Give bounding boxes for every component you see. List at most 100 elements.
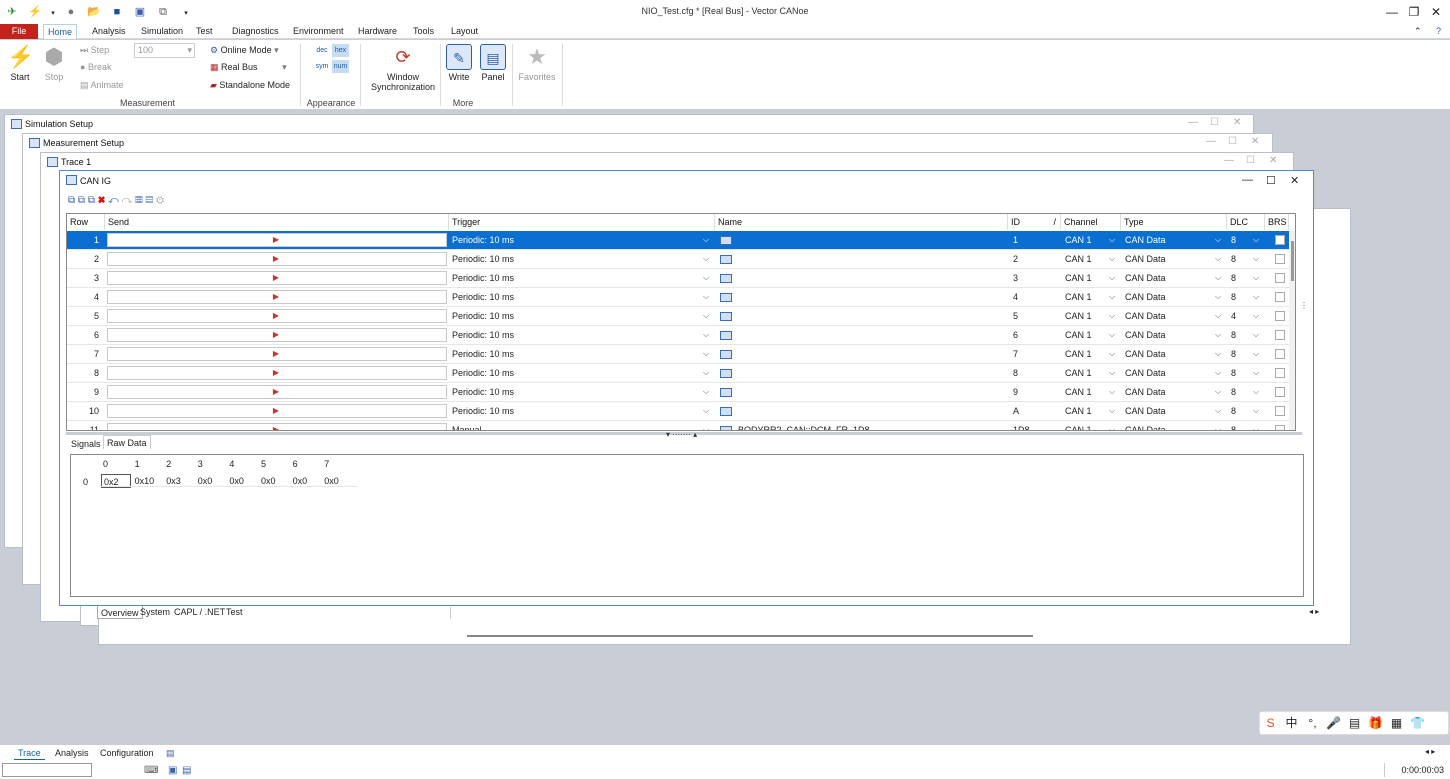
dlc-cell[interactable]: 8 — [1228, 364, 1248, 383]
name-cell[interactable] — [735, 288, 1005, 307]
chevron-down-icon[interactable]: ⌵ — [1253, 349, 1259, 359]
menu-environment[interactable]: Environment — [289, 24, 348, 39]
send-button[interactable]: ▶ — [107, 404, 447, 418]
tab-test[interactable]: Test — [223, 605, 246, 619]
trigger-cell[interactable]: Periodic: 10 ms — [449, 402, 699, 421]
send-button[interactable]: ▶ — [107, 347, 447, 361]
table-row[interactable]: 10 ▶ Periodic: 10 ms ⌵ A CAN 1 ⌵ CAN Data ⌵ 8 ⌵ — [67, 402, 1295, 421]
settings-icon[interactable]: ⚙ — [156, 195, 164, 206]
chevron-down-icon[interactable]: ⌵ — [1215, 330, 1221, 340]
horizontal-scrollbar[interactable] — [467, 635, 1033, 637]
sym-toggle[interactable]: sym — [314, 60, 330, 73]
menu-diagnostics[interactable]: Diagnostics — [228, 24, 283, 39]
splitter[interactable]: ▾ ······· ▴ — [66, 430, 1302, 439]
undo-icon[interactable]: ↶ — [108, 195, 119, 206]
id-cell[interactable]: 2 — [1010, 250, 1060, 269]
type-cell[interactable]: CAN Data — [1122, 383, 1212, 402]
menu-home[interactable]: Home — [43, 24, 78, 39]
trigger-cell[interactable]: Periodic: 10 ms — [449, 326, 699, 345]
chevron-down-icon[interactable]: ⌵ — [1109, 273, 1115, 283]
skin-icon[interactable]: 👕 — [1407, 712, 1428, 734]
send-button[interactable]: ▶ — [107, 328, 447, 342]
send-button[interactable]: ▶ — [107, 290, 447, 304]
chevron-down-icon[interactable]: ⌵ — [703, 425, 709, 430]
chevron-down-icon[interactable]: ⌵ — [703, 292, 709, 302]
table-row[interactable]: 5 ▶ Periodic: 10 ms ⌵ 5 CAN 1 ⌵ CAN Data ⌵ 4 ⌵ — [67, 307, 1295, 326]
close-icon[interactable]: ✕ — [1233, 117, 1241, 128]
chevron-down-icon[interactable]: ⌵ — [1253, 368, 1259, 378]
chinese-mode-icon[interactable]: 中 — [1281, 712, 1302, 734]
chevron-down-icon[interactable]: ⌵ — [1215, 406, 1221, 416]
chevron-down-icon[interactable]: ⌵ — [1215, 349, 1221, 359]
close-icon[interactable]: ✕ — [1426, 4, 1446, 20]
menu-simulation[interactable]: Simulation — [137, 24, 187, 39]
id-cell[interactable]: 7 — [1010, 345, 1060, 364]
tab-system[interactable]: System — [137, 605, 173, 619]
send-button[interactable]: ▶ — [107, 233, 447, 247]
channel-cell[interactable]: CAN 1 — [1062, 383, 1107, 402]
brs-checkbox[interactable] — [1275, 349, 1285, 359]
header-dlc[interactable]: DLC — [1227, 214, 1265, 230]
brs-checkbox[interactable] — [1275, 387, 1285, 397]
chevron-down-icon[interactable]: ⌵ — [1253, 406, 1259, 416]
brs-checkbox[interactable] — [1275, 330, 1285, 340]
trigger-cell[interactable]: Periodic: 10 ms — [449, 288, 699, 307]
standalone-mode-button[interactable]: ▰ Standalone Mode — [210, 80, 290, 91]
step-count-select[interactable]: 100 ▾ — [134, 43, 195, 58]
online-mode-button[interactable]: ⚙ Online Mode ▾ — [210, 45, 279, 56]
brs-checkbox[interactable] — [1275, 273, 1285, 283]
name-cell[interactable] — [735, 383, 1005, 402]
status-panel-icon[interactable]: ▤ — [162, 747, 179, 760]
animate-button[interactable]: ▤ Animate — [80, 80, 124, 91]
maximize-icon[interactable]: ☐ — [1228, 136, 1237, 147]
sogou-logo-icon[interactable]: S — [1260, 712, 1281, 734]
type-cell[interactable]: CAN Data — [1122, 345, 1212, 364]
break-button[interactable]: ● Break — [80, 62, 111, 72]
channel-cell[interactable]: CAN 1 — [1062, 288, 1107, 307]
type-cell[interactable]: CAN Data — [1122, 326, 1212, 345]
close-icon[interactable]: ✕ — [1290, 174, 1299, 187]
name-cell[interactable]: BODYRR2_CAN::DCM_FR_1D8 — [735, 421, 1005, 430]
minimize-icon[interactable]: — — [1224, 155, 1234, 166]
chevron-down-icon[interactable]: ⌵ — [703, 235, 709, 245]
can-ig-window[interactable]: CAN IG — ☐ ✕ ⧉ ⧉ ⧉ ✖ ↶ ↷ ▦ ▤ ⚙ Row Send … — [59, 170, 1314, 606]
maximize-icon[interactable]: ☐ — [1210, 117, 1219, 128]
chevron-down-icon[interactable]: ⌵ — [1109, 368, 1115, 378]
table-row[interactable]: 8 ▶ Periodic: 10 ms ⌵ 8 CAN 1 ⌵ CAN Data ⌵ 8 ⌵ — [67, 364, 1295, 383]
brs-checkbox[interactable] — [1275, 235, 1285, 245]
chevron-down-icon[interactable]: ⌵ — [703, 406, 709, 416]
table-row[interactable]: 1 ▶ Periodic: 10 ms ⌵ 1 CAN 1 ⌵ CAN Data ⌵ 8 ⌵ — [67, 231, 1295, 250]
maximize-icon[interactable]: ☐ — [1246, 155, 1255, 166]
send-button[interactable]: ▶ — [107, 271, 447, 285]
trigger-cell[interactable]: Periodic: 10 ms — [449, 231, 699, 250]
minimize-icon[interactable]: — — [1382, 4, 1402, 20]
table-row[interactable]: 4 ▶ Periodic: 10 ms ⌵ 4 CAN 1 ⌵ CAN Data ⌵ 8 ⌵ — [67, 288, 1295, 307]
name-cell[interactable] — [735, 345, 1005, 364]
export-icon[interactable]: ▦ — [135, 195, 143, 206]
type-cell[interactable]: CAN Data — [1122, 288, 1212, 307]
header-row[interactable]: Row — [67, 214, 105, 230]
status-tab-analysis[interactable]: Analysis — [51, 747, 93, 760]
dlc-cell[interactable]: 8 — [1228, 383, 1248, 402]
chevron-down-icon[interactable]: ⌵ — [1253, 235, 1259, 245]
gift-icon[interactable]: 🎁 — [1365, 712, 1386, 734]
collapse-ribbon-icon[interactable]: ⌃ — [1410, 24, 1426, 39]
chevron-down-icon[interactable]: ⌵ — [1109, 425, 1115, 430]
chevron-down-icon[interactable]: ⌵ — [1253, 330, 1259, 340]
trigger-cell[interactable]: Periodic: 10 ms — [449, 383, 699, 402]
table-row[interactable]: 2 ▶ Periodic: 10 ms ⌵ 2 CAN 1 ⌵ CAN Data ⌵ 8 ⌵ — [67, 250, 1295, 269]
chevron-down-icon[interactable]: ⌵ — [1109, 254, 1115, 264]
minimize-icon[interactable]: — — [1188, 117, 1198, 128]
type-cell[interactable]: CAN Data — [1122, 269, 1212, 288]
send-button[interactable]: ▶ — [107, 366, 447, 380]
real-bus-button[interactable]: ▦ Real Bus ▾ — [210, 62, 287, 73]
chevron-down-icon[interactable]: ⌵ — [703, 273, 709, 283]
restore-icon[interactable]: ❐ — [1404, 4, 1424, 20]
brs-checkbox[interactable] — [1275, 368, 1285, 378]
status-tab-trace[interactable]: Trace — [14, 747, 45, 760]
redo-icon[interactable]: ↷ — [122, 195, 133, 206]
scroll-thumb[interactable] — [1291, 241, 1294, 281]
write-button[interactable]: ✎ Write — [446, 44, 472, 82]
trigger-cell[interactable]: Periodic: 10 ms — [449, 307, 699, 326]
status-tab-configuration[interactable]: Configuration — [96, 747, 158, 760]
